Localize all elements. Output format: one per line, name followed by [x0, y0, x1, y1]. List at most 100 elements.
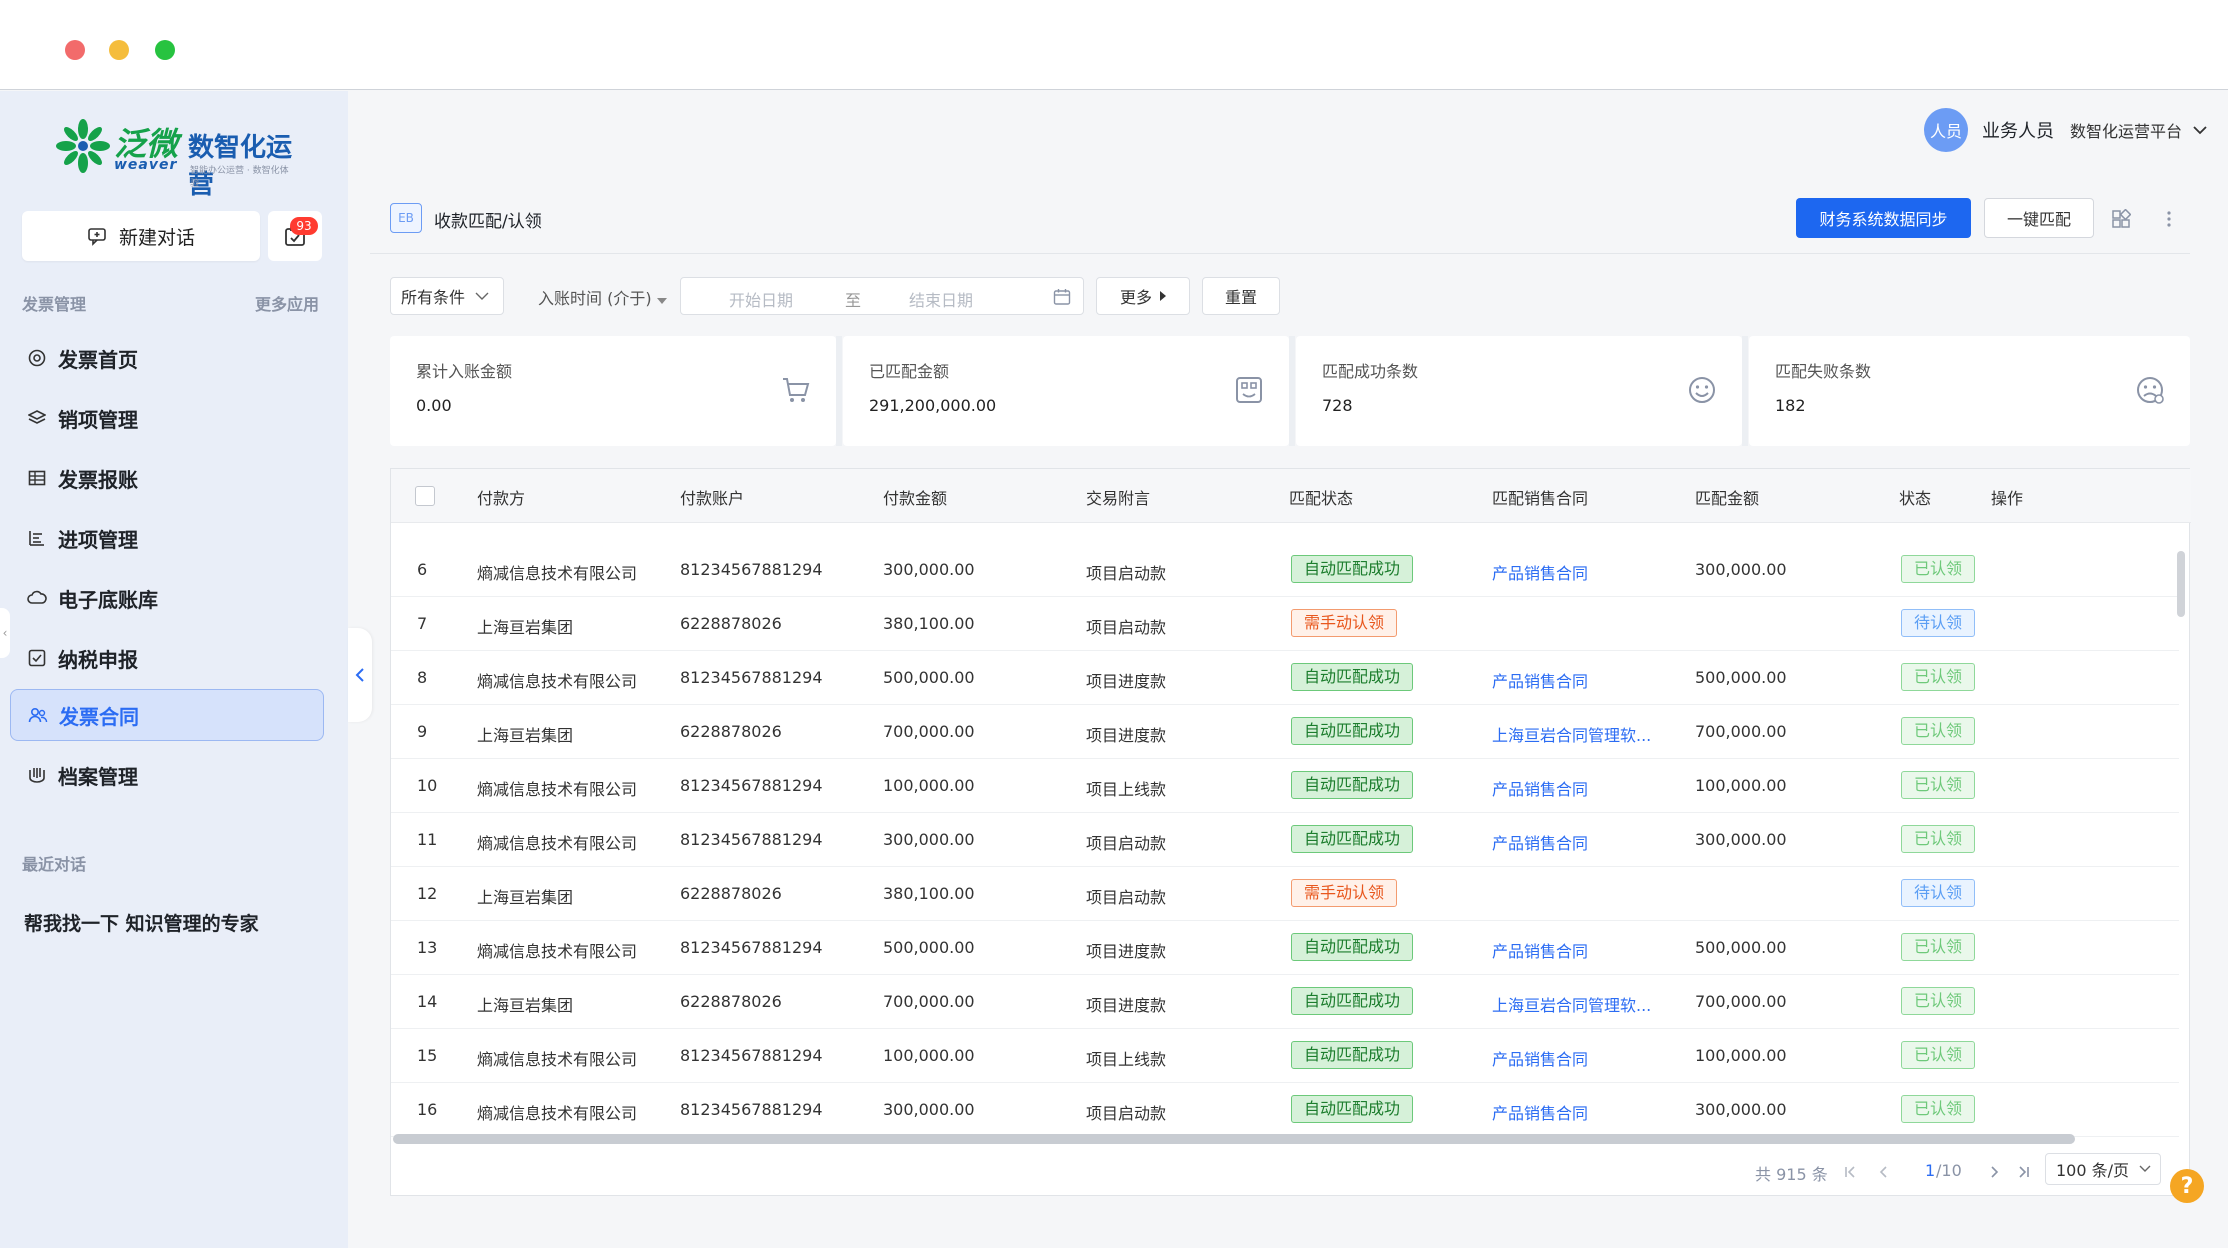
amount-cell: 300,000.00 — [883, 830, 975, 849]
amount-cell: 300,000.00 — [883, 1100, 975, 1119]
account-cell: 6228878026 — [680, 884, 782, 903]
header-divider — [370, 253, 2190, 254]
matched-amount-cell: 100,000.00 — [1695, 1046, 1787, 1065]
sync-finance-button[interactable]: 财务系统数据同步 — [1796, 198, 1971, 238]
row-number: 9 — [417, 722, 428, 741]
date-range-picker[interactable]: 开始日期 至 结束日期 — [680, 277, 1084, 315]
table-row[interactable]: 8 熵减信息技术有限公司 81234567881294 500,000.00 项目进度款… — [391, 651, 2179, 705]
table-row[interactable]: 13 熵减信息技术有限公司 81234567881294 500,000.00 项目进度… — [391, 921, 2179, 975]
reset-button[interactable]: 重置 — [1202, 277, 1280, 315]
sidebar-item-archive[interactable]: 档案管理 — [10, 749, 324, 801]
account-cell: 81234567881294 — [680, 1046, 823, 1065]
chevron-left-icon — [355, 668, 364, 682]
row-number: 7 — [417, 614, 428, 633]
more-filters-button[interactable]: 更多 — [1096, 277, 1190, 315]
maximize-window-button[interactable] — [155, 40, 175, 60]
sidebar-item-input[interactable]: 进项管理 — [10, 512, 324, 564]
more-vertical-icon[interactable] — [2156, 206, 2182, 232]
close-window-button[interactable] — [65, 40, 85, 60]
sidebar-item-output[interactable]: 销项管理 — [10, 392, 324, 444]
first-page-icon[interactable] — [1843, 1165, 1857, 1179]
minimize-window-button[interactable] — [109, 40, 129, 60]
contract-link[interactable]: 上海亘岩合同管理软... — [1492, 992, 1651, 1016]
stat-label: 匹配成功条数 — [1322, 362, 1419, 381]
horizontal-scrollbar[interactable] — [393, 1134, 2075, 1144]
table-row[interactable]: 14 上海亘岩集团 6228878026 700,000.00 项目进度款 自动匹配成功 上… — [391, 975, 2179, 1029]
app-logo[interactable]: 泛微 weaver 数智化运营 智能办公运营 · 数智化体验 — [56, 119, 296, 200]
contract-link[interactable]: 产品销售合同 — [1492, 1100, 1588, 1124]
table-header: 付款方 付款账户 付款金额 交易附言 匹配状态 匹配销售合同 匹配金额 状态 操… — [391, 469, 2191, 523]
next-page-icon[interactable] — [1987, 1165, 2001, 1179]
contract-link[interactable]: 产品销售合同 — [1492, 776, 1588, 800]
leaf-logo-icon — [56, 119, 110, 173]
help-button[interactable]: ? — [2170, 1169, 2204, 1203]
sidebar-item-tax[interactable]: 纳税申报 — [10, 632, 324, 684]
matched-amount-cell: 300,000.00 — [1695, 830, 1787, 849]
col-payer[interactable]: 付款方 — [477, 485, 525, 509]
sidebar-item-reimburse[interactable]: 发票报账 — [10, 452, 324, 504]
status-tag: 待认领 — [1901, 609, 1976, 637]
stat-label: 匹配失败条数 — [1775, 362, 1872, 381]
total-count: 共 915 条 — [1755, 1165, 1828, 1184]
status-tag: 已认领 — [1901, 825, 1976, 853]
col-status[interactable]: 状态 — [1899, 485, 1931, 509]
last-page-icon[interactable] — [2017, 1165, 2031, 1179]
one-click-match-button[interactable]: 一键匹配 — [1984, 198, 2094, 238]
col-amount[interactable]: 付款金额 — [883, 485, 947, 509]
contract-link[interactable]: 产品销售合同 — [1492, 668, 1588, 692]
page-size-select[interactable]: 100 条/页 — [2045, 1153, 2161, 1185]
start-date-input[interactable]: 开始日期 — [729, 287, 793, 311]
sidebar-item-invoice-home[interactable]: 发票首页 — [10, 332, 324, 384]
col-matched-amount[interactable]: 匹配金额 — [1695, 485, 1759, 509]
col-contract[interactable]: 匹配销售合同 — [1492, 485, 1588, 509]
table-row[interactable]: 16 熵减信息技术有限公司 81234567881294 300,000.00 项目启动… — [391, 1083, 2179, 1137]
contract-link[interactable]: 产品销售合同 — [1492, 938, 1588, 962]
amount-cell: 300,000.00 — [883, 560, 975, 579]
sidebar-item-e-ledger[interactable]: 电子底账库 — [10, 572, 324, 624]
col-account[interactable]: 付款账户 — [680, 485, 744, 509]
date-filter-label[interactable]: 入账时间 (介于) — [538, 285, 667, 309]
recent-chat-item[interactable]: 帮我找一下 知识管理的专家 — [24, 909, 259, 936]
table-row[interactable]: 15 熵减信息技术有限公司 81234567881294 100,000.00 项目上线… — [391, 1029, 2179, 1083]
contract-link[interactable]: 产品销售合同 — [1492, 830, 1588, 854]
select-all-checkbox[interactable] — [415, 486, 435, 506]
col-memo[interactable]: 交易附言 — [1086, 485, 1150, 509]
account-cell: 6228878026 — [680, 992, 782, 1011]
col-actions: 操作 — [1991, 489, 2024, 508]
end-date-input[interactable]: 结束日期 — [909, 287, 973, 311]
contract-link[interactable]: 产品销售合同 — [1492, 1046, 1588, 1070]
new-chat-button[interactable]: 新建对话 — [22, 211, 260, 261]
user-menu[interactable]: 人员 业务人员 数智化运营平台 — [1923, 108, 2208, 152]
table-row[interactable]: 11 熵减信息技术有限公司 81234567881294 300,000.00 项目启动… — [391, 813, 2179, 867]
layout-grid-icon[interactable] — [2108, 206, 2134, 232]
sidebar-item-label: 发票首页 — [58, 347, 138, 372]
stat-card-success: 匹配成功条数 728 — [1296, 336, 1742, 446]
payer-cell: 熵减信息技术有限公司 — [477, 942, 638, 961]
current-page[interactable]: 1 — [1925, 1161, 1935, 1180]
col-match-status[interactable]: 匹配状态 — [1289, 485, 1353, 509]
match-status-tag: 自动匹配成功 — [1291, 555, 1414, 583]
condition-select[interactable]: 所有条件 — [390, 277, 504, 315]
table-row[interactable]: 12 上海亘岩集团 6228878026 380,100.00 项目启动款 需手动认领 待认… — [391, 867, 2179, 921]
table-row[interactable]: 10 熵减信息技术有限公司 81234567881294 100,000.00 项目上线… — [391, 759, 2179, 813]
table-icon — [26, 467, 48, 489]
account-cell: 81234567881294 — [680, 776, 823, 795]
contract-link[interactable]: 上海亘岩合同管理软... — [1492, 722, 1651, 746]
memo-cell: 项目启动款 — [1086, 1104, 1167, 1123]
table-row[interactable]: 9 上海亘岩集团 6228878026 700,000.00 项目进度款 自动匹配成功 上海… — [391, 705, 2179, 759]
table-row[interactable]: 6 熵减信息技术有限公司 81234567881294 300,000.00 项目启动款… — [391, 543, 2179, 597]
sidebar-item-contract[interactable]: 发票合同 — [10, 689, 324, 741]
more-apps-link[interactable]: 更多应用 — [255, 291, 319, 315]
prev-page-icon[interactable] — [1877, 1165, 1891, 1179]
page-size-value: 100 条/页 — [2056, 1161, 2130, 1180]
vertical-scrollbar[interactable] — [2177, 551, 2185, 617]
collapse-sidebar-button[interactable] — [348, 628, 372, 722]
contract-link[interactable]: 产品销售合同 — [1492, 560, 1588, 584]
table-row[interactable]: 7 上海亘岩集团 6228878026 380,100.00 项目启动款 需手动认领 待认领 — [391, 597, 2179, 651]
new-chat-label: 新建对话 — [118, 226, 195, 249]
match-status-tag: 自动匹配成功 — [1291, 771, 1414, 799]
account-cell: 6228878026 — [680, 722, 782, 741]
chevron-down-icon — [475, 292, 489, 300]
stat-value: 728 — [1322, 396, 1353, 415]
expand-left-handle[interactable]: ‹ — [0, 608, 10, 658]
